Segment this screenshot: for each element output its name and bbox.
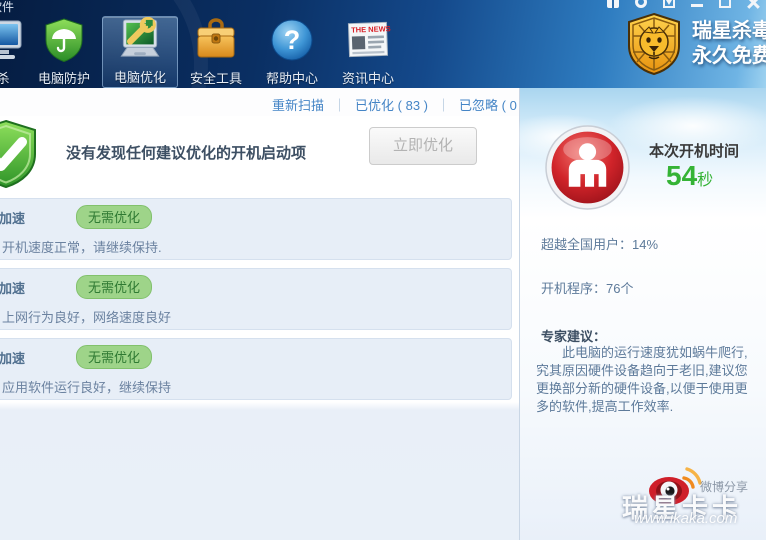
- item-title: 加速: [0, 281, 26, 296]
- toolbar-item-label: 安全工具: [189, 71, 242, 86]
- watermark-url: www.ikaka.com: [634, 510, 738, 527]
- toolbar-item-news-center[interactable]: THE NEWS 资讯中心: [330, 16, 406, 88]
- question-mark-glyph: ?: [284, 25, 301, 55]
- brand: 瑞星杀毒 永久免费: [625, 12, 766, 76]
- toolbar-item-security-tools[interactable]: 安全工具: [178, 16, 254, 88]
- toolbar-item-help-center[interactable]: ? 帮助中心: [254, 16, 330, 88]
- shield-umbrella-icon: [45, 18, 83, 63]
- stat-users-surpassed: 超越全国用户：14%: [541, 237, 659, 252]
- green-shield-check-icon: [0, 119, 36, 189]
- gift-icon[interactable]: [604, 0, 622, 13]
- toolbar-items: 杀 电脑防护 电脑优化 安全工具 ? 帮助中心 THE NEWS 资讯中心: [0, 16, 406, 88]
- boot-time-unit: 秒: [697, 172, 714, 189]
- item-title: 加速: [0, 211, 26, 226]
- boot-time-label: 本次开机时间: [649, 143, 740, 160]
- expert-advice-text: 此电脑的运行速度犹如蜗牛爬行,究其原因硬件设备趋向于老旧,建议您更换部分新的硬件…: [536, 345, 748, 414]
- toolbar: 杀毒软件 杀: [0, 0, 766, 188]
- question-mark-icon: ?: [271, 19, 313, 61]
- lion-shield-logo: [628, 12, 680, 76]
- item-description: 开机速度正常，请继续保持.: [2, 240, 162, 255]
- tab-separator: ｜: [437, 98, 451, 113]
- toolbar-item-label: 帮助中心: [265, 71, 318, 86]
- no-optimize-badge: 无需优化: [76, 205, 153, 229]
- tab-ignored[interactable]: 已忽略 ( 0 ): [459, 95, 525, 114]
- toolbar-item-label: 电脑防护: [37, 71, 90, 86]
- item-description: 应用软件运行良好，继续保持: [2, 380, 172, 395]
- no-optimize-badge: 无需优化: [76, 345, 153, 369]
- boot-time-red-badge-icon: [545, 125, 630, 210]
- brand-subtitle: 永久免费: [692, 45, 766, 67]
- side-panel: 本次开机时间 54秒 超越全国用户：14% 开机程序：76个 专家建议： 此电脑…: [500, 88, 766, 540]
- toolbar-item-scan[interactable]: 杀: [0, 16, 26, 88]
- newspaper-icon: THE NEWS: [347, 21, 391, 58]
- toolbar-item-pc-protection[interactable]: 电脑防护: [26, 16, 102, 88]
- no-optimize-badge: 无需优化: [76, 275, 153, 299]
- scan-monitor-icon: [0, 20, 22, 59]
- tab-separator: ｜: [333, 98, 347, 113]
- optimize-list-item: 加速 无需优化 上网行为良好，网络速度良好: [0, 268, 512, 330]
- rising-antivirus-window: 杀毒软件 杀: [0, 0, 766, 540]
- expert-advice-title: 专家建议：: [541, 329, 607, 344]
- item-title: 加速: [0, 351, 26, 366]
- optimize-list-item: 加速 无需优化 开机速度正常，请继续保持.: [0, 198, 512, 260]
- toolbar-item-pc-optimize[interactable]: 电脑优化: [102, 16, 178, 88]
- toolbar-item-label: 杀: [0, 71, 10, 86]
- toolbar-item-label: 资讯中心: [341, 71, 394, 86]
- news-banner-text: THE NEWS: [351, 24, 391, 34]
- laptop-wrench-icon: [120, 17, 160, 57]
- item-description: 上网行为良好，网络速度良好: [2, 310, 172, 325]
- optimize-list-item: 加速 无需优化 应用软件运行良好，继续保持: [0, 338, 512, 400]
- tab-rescan[interactable]: 重新扫描: [272, 95, 324, 114]
- status-message: 没有发现任何建议优化的开机启动项: [66, 145, 307, 162]
- stat-startup-programs: 开机程序：76个: [541, 281, 634, 296]
- boot-time-seconds: 54: [666, 160, 698, 191]
- window-title: 杀毒软件: [0, 0, 15, 14]
- boot-time-value: 54秒: [666, 160, 713, 192]
- optimize-now-button[interactable]: 立即优化: [369, 127, 477, 165]
- main-content: 没有发现任何建议优化的开机启动项 立即优化 加速 无需优化 开机速度正常，请继续…: [0, 116, 519, 540]
- brand-title: 瑞星杀毒: [692, 20, 766, 42]
- tab-bar: 重新扫描 ｜ 已优化 ( 83 ) ｜ 已忽略 ( 0 ): [0, 88, 525, 116]
- toolbox-icon: [197, 18, 235, 58]
- brand-text: 瑞星杀毒 永久免费: [692, 19, 766, 69]
- toolbar-item-label: 电脑优化: [113, 70, 166, 85]
- tab-optimized[interactable]: 已优化 ( 83 ): [355, 95, 428, 114]
